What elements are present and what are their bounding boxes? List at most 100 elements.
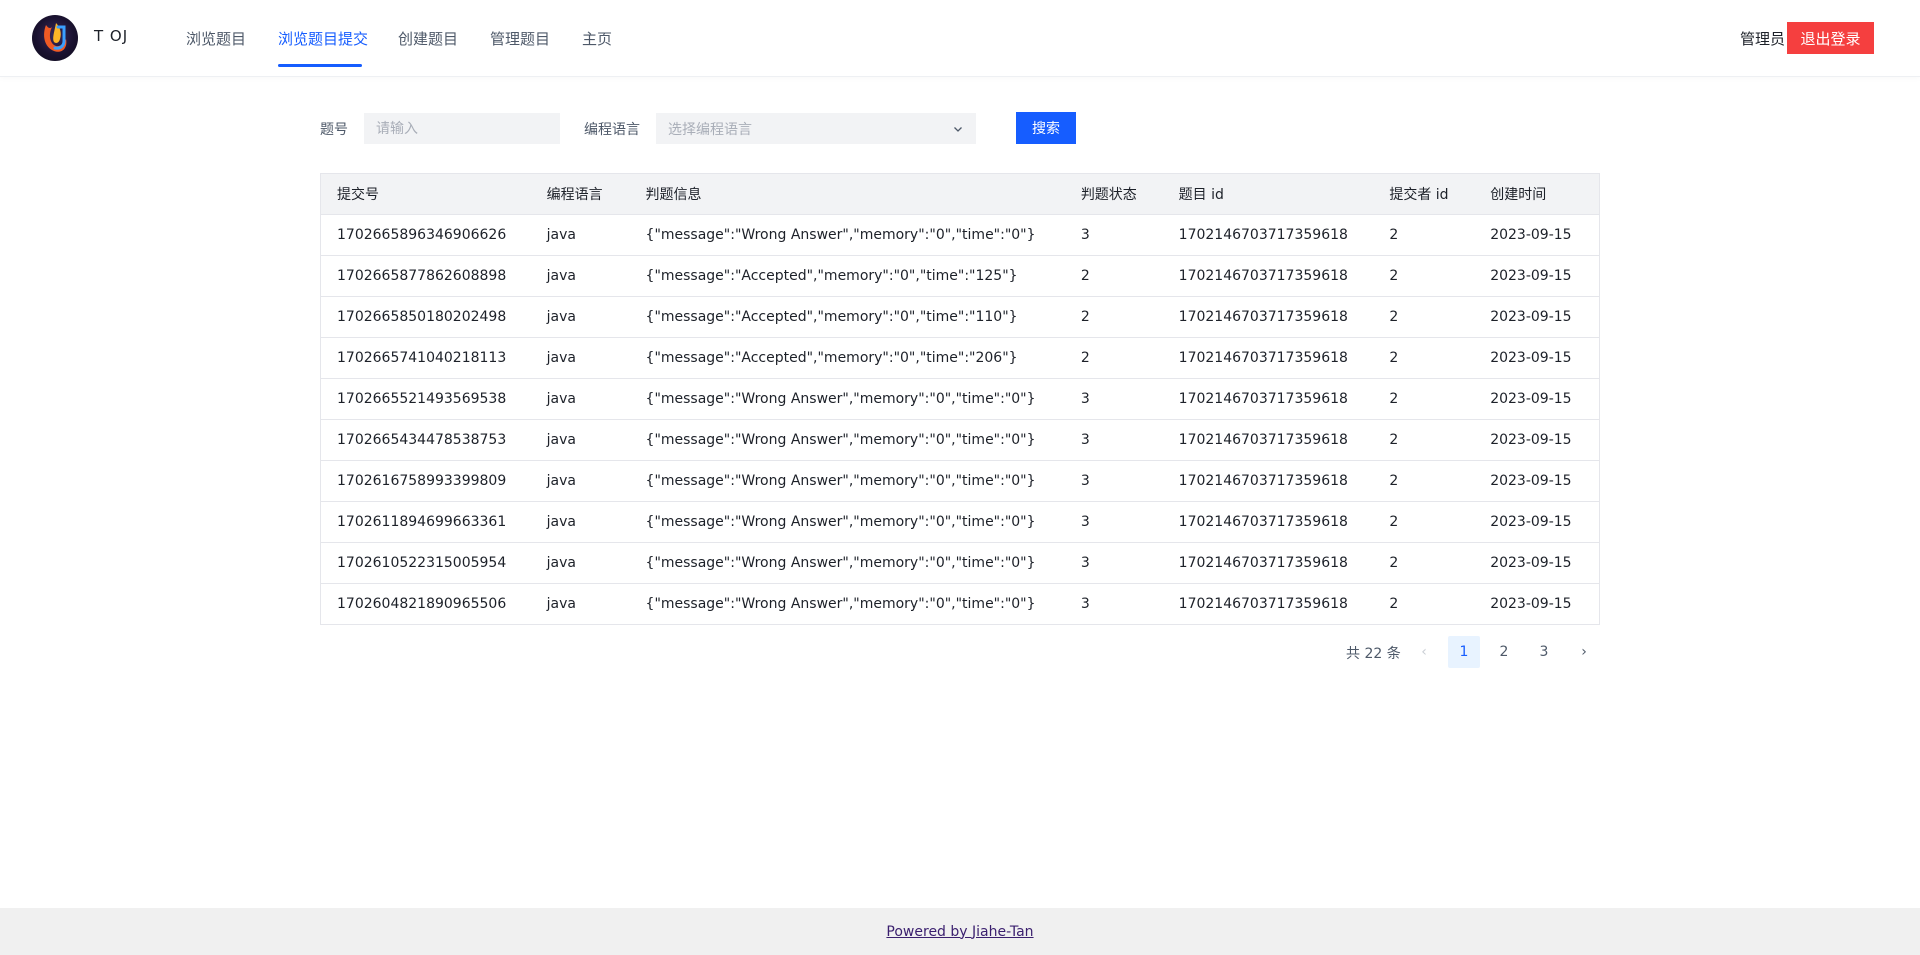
judge-info-cell: {"message":"Accepted","memory":"0","time… [645,309,1018,325]
submission-table: 提交号 编程语言 判题信息 判题状态 题目 id 提交者 id 创建时间 170… [320,173,1600,625]
footer-powered-by-link[interactable]: Powered by Jiahe-Tan [886,924,1033,940]
user-id-cell: 2 [1389,391,1399,407]
language-cell: java [546,432,577,448]
table-row[interactable]: 1702616758993399809 java {"message":"Wrong… [321,461,1599,502]
logout-button[interactable]: 退出登录 [1787,22,1874,54]
create-time-cell: 2023-09-15 [1490,555,1572,571]
status-cell: 3 [1080,432,1090,448]
table-row[interactable]: 1702665741040218113 java {"message":"Accep… [321,338,1599,379]
language-select[interactable]: 选择编程语言 [656,113,976,144]
submission-id-cell: 1702611894699663361 [337,514,507,530]
column-header-status[interactable]: 判题状态 [1065,184,1163,204]
status-cell: 3 [1080,596,1090,612]
submission-id-cell: 1702610522315005954 [337,555,507,571]
submission-id-cell: 1702604821890965506 [337,596,507,612]
submission-id-cell: 1702665741040218113 [337,350,507,366]
judge-info-cell: {"message":"Wrong Answer","memory":"0","… [645,596,1036,612]
create-time-cell: 2023-09-15 [1490,432,1572,448]
nav-create-question[interactable]: 创建题目 [398,28,458,49]
question-id-cell: 1702146703717359618 [1178,432,1348,448]
question-id-cell: 1702146703717359618 [1178,350,1348,366]
submission-id-cell: 1702616758993399809 [337,473,507,489]
question-id-cell: 1702146703717359618 [1178,473,1348,489]
nav-manage-questions[interactable]: 管理题目 [490,28,550,49]
page-3-button[interactable]: 3 [1528,636,1560,668]
judge-info-cell: {"message":"Wrong Answer","memory":"0","… [645,227,1036,243]
user-id-cell: 2 [1389,309,1399,325]
search-button[interactable]: 搜索 [1016,112,1076,144]
column-header-language[interactable]: 编程语言 [531,184,630,204]
question-id-input[interactable] [364,113,560,144]
create-time-cell: 2023-09-15 [1490,227,1572,243]
table-row[interactable]: 1702665877862608898 java {"message":"Accep… [321,256,1599,297]
judge-info-cell: {"message":"Accepted","memory":"0","time… [645,268,1018,284]
active-nav-indicator [278,64,362,67]
status-cell: 3 [1080,473,1090,489]
question-id-label: 题号 [320,122,348,138]
user-id-cell: 2 [1389,514,1399,530]
judge-info-cell: {"message":"Wrong Answer","memory":"0","… [645,473,1036,489]
table-row[interactable]: 1702665850180202498 java {"message":"Accep… [321,297,1599,338]
user-role-label: 管理员 [1740,30,1786,48]
submission-id-cell: 1702665521493569538 [337,391,507,407]
table-row[interactable]: 1702604821890965506 java {"message":"Wrong… [321,584,1599,625]
create-time-cell: 2023-09-15 [1490,350,1572,366]
page-2-button[interactable]: 2 [1488,636,1520,668]
status-cell: 3 [1080,391,1090,407]
judge-info-cell: {"message":"Accepted","memory":"0","time… [645,350,1018,366]
column-header-submission-id[interactable]: 提交号 [321,184,531,204]
language-cell: java [546,309,577,325]
create-time-cell: 2023-09-15 [1490,514,1572,530]
table-row[interactable]: 1702665434478538753 java {"message":"Wrong… [321,420,1599,461]
nav-browse-submissions[interactable]: 浏览题目提交 [278,28,368,49]
table-row[interactable]: 1702610522315005954 java {"message":"Wrong… [321,543,1599,584]
question-id-cell: 1702146703717359618 [1178,391,1348,407]
user-id-cell: 2 [1389,596,1399,612]
table-row[interactable]: 1702665896346906626 java {"message":"Wrong… [321,215,1599,256]
language-cell: java [546,596,577,612]
question-id-cell: 1702146703717359618 [1178,309,1348,325]
create-time-cell: 2023-09-15 [1490,391,1572,407]
judge-info-cell: {"message":"Wrong Answer","memory":"0","… [645,555,1036,571]
user-id-cell: 2 [1389,268,1399,284]
status-cell: 3 [1080,227,1090,243]
question-id-cell: 1702146703717359618 [1178,555,1348,571]
submission-id-cell: 1702665850180202498 [337,309,507,325]
language-cell: java [546,391,577,407]
brand-name: T OJ [94,27,129,45]
top-navbar: T OJ 浏览题目 浏览题目提交 创建题目 管理题目 主页 管理员 退出登录 [0,0,1920,76]
nav-browse-questions[interactable]: 浏览题目 [186,28,246,49]
column-header-user-id[interactable]: 提交者 id [1373,184,1474,204]
question-id-cell: 1702146703717359618 [1178,227,1348,243]
user-id-cell: 2 [1389,555,1399,571]
page-1-button[interactable]: 1 [1448,636,1480,668]
status-cell: 2 [1080,350,1090,366]
user-id-cell: 2 [1389,227,1399,243]
question-id-cell: 1702146703717359618 [1178,514,1348,530]
question-id-cell: 1702146703717359618 [1178,268,1348,284]
status-cell: 3 [1080,555,1090,571]
language-cell: java [546,350,577,366]
table-row[interactable]: 1702665521493569538 java {"message":"Wrong… [321,379,1599,420]
language-cell: java [546,268,577,284]
column-header-question-id[interactable]: 题目 id [1163,184,1374,204]
create-time-cell: 2023-09-15 [1490,596,1572,612]
nav-home[interactable]: 主页 [582,28,612,49]
status-cell: 2 [1080,309,1090,325]
next-page-icon[interactable]: › [1568,636,1600,668]
judge-info-cell: {"message":"Wrong Answer","memory":"0","… [645,514,1036,530]
chevron-down-icon [954,126,962,132]
logo-icon[interactable] [32,15,78,61]
prev-page-icon[interactable]: ‹ [1408,636,1440,668]
table-row[interactable]: 1702611894699663361 java {"message":"Wrong… [321,502,1599,543]
language-label: 编程语言 [584,122,640,138]
question-id-cell: 1702146703717359618 [1178,596,1348,612]
column-header-create-time[interactable]: 创建时间 [1474,184,1599,204]
submission-id-cell: 1702665434478538753 [337,432,507,448]
column-header-judge-info[interactable]: 判题信息 [630,184,1065,204]
create-time-cell: 2023-09-15 [1490,268,1572,284]
create-time-cell: 2023-09-15 [1490,309,1572,325]
language-cell: java [546,473,577,489]
footer: Powered by Jiahe-Tan [0,908,1920,955]
judge-info-cell: {"message":"Wrong Answer","memory":"0","… [645,432,1036,448]
